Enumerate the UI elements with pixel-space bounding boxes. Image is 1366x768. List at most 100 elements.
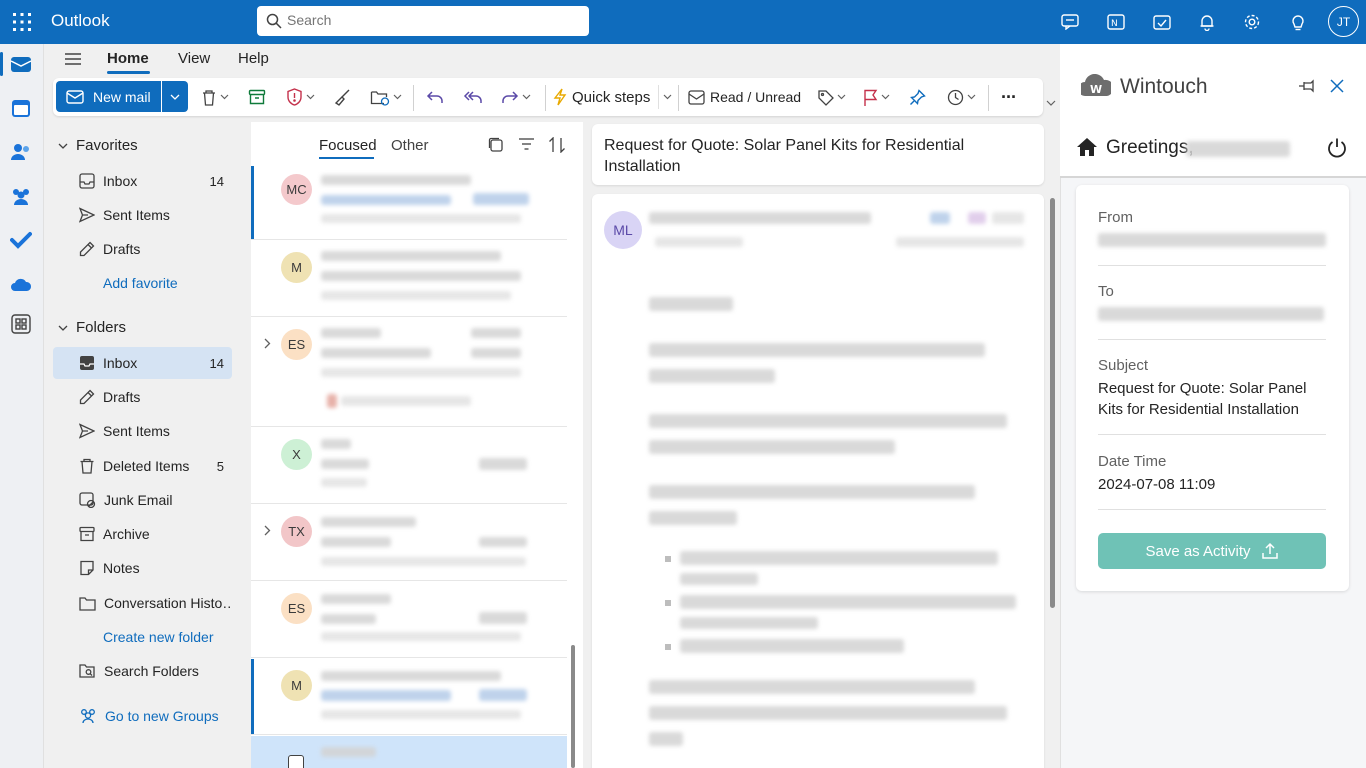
search-input[interactable] xyxy=(287,12,577,28)
archive-button[interactable] xyxy=(248,85,266,109)
archive-icon xyxy=(79,526,95,542)
sender-avatar: TX xyxy=(281,516,312,547)
ribbon-expand-chevron-icon[interactable] xyxy=(1046,100,1056,106)
folder-item-notes[interactable]: Notes xyxy=(53,552,232,584)
select-mode-icon[interactable] xyxy=(488,137,504,153)
app-launcher-icon[interactable] xyxy=(10,10,34,34)
message-row[interactable]: MC xyxy=(251,166,567,240)
sender-avatar[interactable]: ML xyxy=(604,211,642,249)
message-row[interactable]: TX xyxy=(251,505,567,581)
folder-item-deleted-items[interactable]: Deleted Items 5 xyxy=(53,450,232,482)
pin-addin-icon[interactable] xyxy=(1298,79,1316,93)
reply-button[interactable] xyxy=(426,85,444,109)
move-to-button[interactable] xyxy=(370,85,402,109)
flag-button[interactable] xyxy=(863,85,890,109)
chevron-right-icon[interactable] xyxy=(264,338,271,349)
create-new-folder-link[interactable]: Create new folder xyxy=(53,621,232,653)
folder-item-conversation-history[interactable]: Conversation Histo… xyxy=(53,587,232,619)
message-list-scrollbar[interactable] xyxy=(571,645,575,768)
onenote-icon[interactable]: N xyxy=(1104,10,1128,34)
close-addin-icon[interactable] xyxy=(1330,79,1344,93)
delete-button[interactable] xyxy=(201,85,229,109)
go-to-groups-link[interactable]: Go to new Groups xyxy=(53,700,232,732)
search-box[interactable] xyxy=(257,6,589,36)
meet-now-icon[interactable] xyxy=(1058,10,1082,34)
snooze-button[interactable] xyxy=(947,85,976,109)
calendar-app-icon[interactable] xyxy=(8,95,34,121)
subject-label: Subject xyxy=(1098,357,1149,374)
mail-app-icon[interactable] xyxy=(8,51,34,77)
tab-help[interactable]: Help xyxy=(238,50,269,67)
favorite-item-inbox[interactable]: Inbox 14 xyxy=(53,165,232,197)
pin-button[interactable] xyxy=(909,85,926,109)
addin-title: Wintouch xyxy=(1120,75,1208,98)
chevron-right-icon[interactable] xyxy=(264,525,271,536)
sender-avatar: MC xyxy=(281,174,312,205)
note-icon xyxy=(79,560,95,576)
tips-lightbulb-icon[interactable] xyxy=(1286,10,1310,34)
search-folders-item[interactable]: Search Folders xyxy=(53,655,232,687)
message-row[interactable]: M xyxy=(251,241,567,317)
blurred-body-text xyxy=(649,485,975,499)
folder-item-sent-items[interactable]: Sent Items xyxy=(53,415,232,447)
quick-steps-button[interactable]: Quick steps xyxy=(553,85,650,109)
add-favorite-link[interactable]: Add favorite xyxy=(53,267,232,299)
hamburger-menu-icon[interactable] xyxy=(62,49,84,69)
save-as-activity-button[interactable]: Save as Activity xyxy=(1098,533,1326,569)
toolbar-separator xyxy=(545,85,546,111)
favorite-item-drafts[interactable]: Drafts xyxy=(53,233,232,265)
row-checkbox[interactable] xyxy=(288,755,304,768)
favorites-header[interactable]: Favorites xyxy=(58,137,138,154)
chevron-down-icon xyxy=(967,94,976,100)
field-divider xyxy=(1098,339,1326,340)
new-mail-dropdown-button[interactable] xyxy=(162,81,188,112)
message-row[interactable]: M xyxy=(251,659,567,735)
account-avatar[interactable]: JT xyxy=(1328,6,1359,37)
categorize-button[interactable] xyxy=(817,85,846,109)
tab-other[interactable]: Other xyxy=(391,137,429,154)
quick-steps-dropdown[interactable] xyxy=(658,85,672,109)
folder-move-icon xyxy=(370,89,390,106)
filter-icon[interactable] xyxy=(518,137,535,151)
read-unread-button[interactable]: Read / Unread xyxy=(688,85,801,109)
groups-app-icon[interactable] xyxy=(8,183,34,209)
new-mail-button[interactable]: New mail xyxy=(56,81,161,112)
folder-item-junk-email[interactable]: Junk Email xyxy=(53,484,232,516)
power-icon[interactable] xyxy=(1326,137,1348,159)
settings-gear-icon[interactable] xyxy=(1240,10,1264,34)
notifications-bell-icon[interactable] xyxy=(1195,10,1219,34)
folder-item-inbox[interactable]: Inbox 14 xyxy=(53,347,232,379)
home-icon[interactable] xyxy=(1076,137,1098,157)
tab-focused[interactable]: Focused xyxy=(319,137,377,154)
pencil-icon xyxy=(79,389,95,405)
list-bullet xyxy=(665,600,671,606)
sort-icon[interactable] xyxy=(548,137,566,153)
search-folder-icon xyxy=(79,663,96,679)
onedrive-app-icon[interactable] xyxy=(8,271,34,297)
blurred-body-text xyxy=(649,343,985,357)
reading-pane-scrollbar[interactable] xyxy=(1050,198,1055,608)
app-title[interactable]: Outlook xyxy=(51,11,110,31)
forward-button[interactable] xyxy=(501,85,531,109)
people-app-icon[interactable] xyxy=(8,139,34,165)
sweep-button[interactable] xyxy=(333,85,351,109)
message-row-selected[interactable] xyxy=(251,736,567,768)
my-day-icon[interactable] xyxy=(1150,10,1174,34)
more-options-button[interactable]: ··· xyxy=(1001,85,1017,109)
report-button[interactable] xyxy=(286,85,315,109)
message-row[interactable]: ES xyxy=(251,582,567,658)
message-row[interactable]: ES xyxy=(251,318,567,427)
reply-all-button[interactable] xyxy=(463,85,483,109)
tab-home[interactable]: Home xyxy=(107,50,149,67)
folder-item-drafts[interactable]: Drafts xyxy=(53,381,232,413)
favorite-item-sent-items[interactable]: Sent Items xyxy=(53,199,232,231)
tab-view[interactable]: View xyxy=(178,50,210,67)
folders-header[interactable]: Folders xyxy=(58,319,126,336)
todo-app-icon[interactable] xyxy=(8,227,34,253)
folder-item-archive[interactable]: Archive xyxy=(53,518,232,550)
chevron-down-icon xyxy=(522,94,531,100)
message-row[interactable]: X xyxy=(251,428,567,504)
blurred-body-text xyxy=(649,369,775,383)
more-apps-icon[interactable] xyxy=(8,311,34,337)
new-mail-label: New mail xyxy=(93,88,151,105)
